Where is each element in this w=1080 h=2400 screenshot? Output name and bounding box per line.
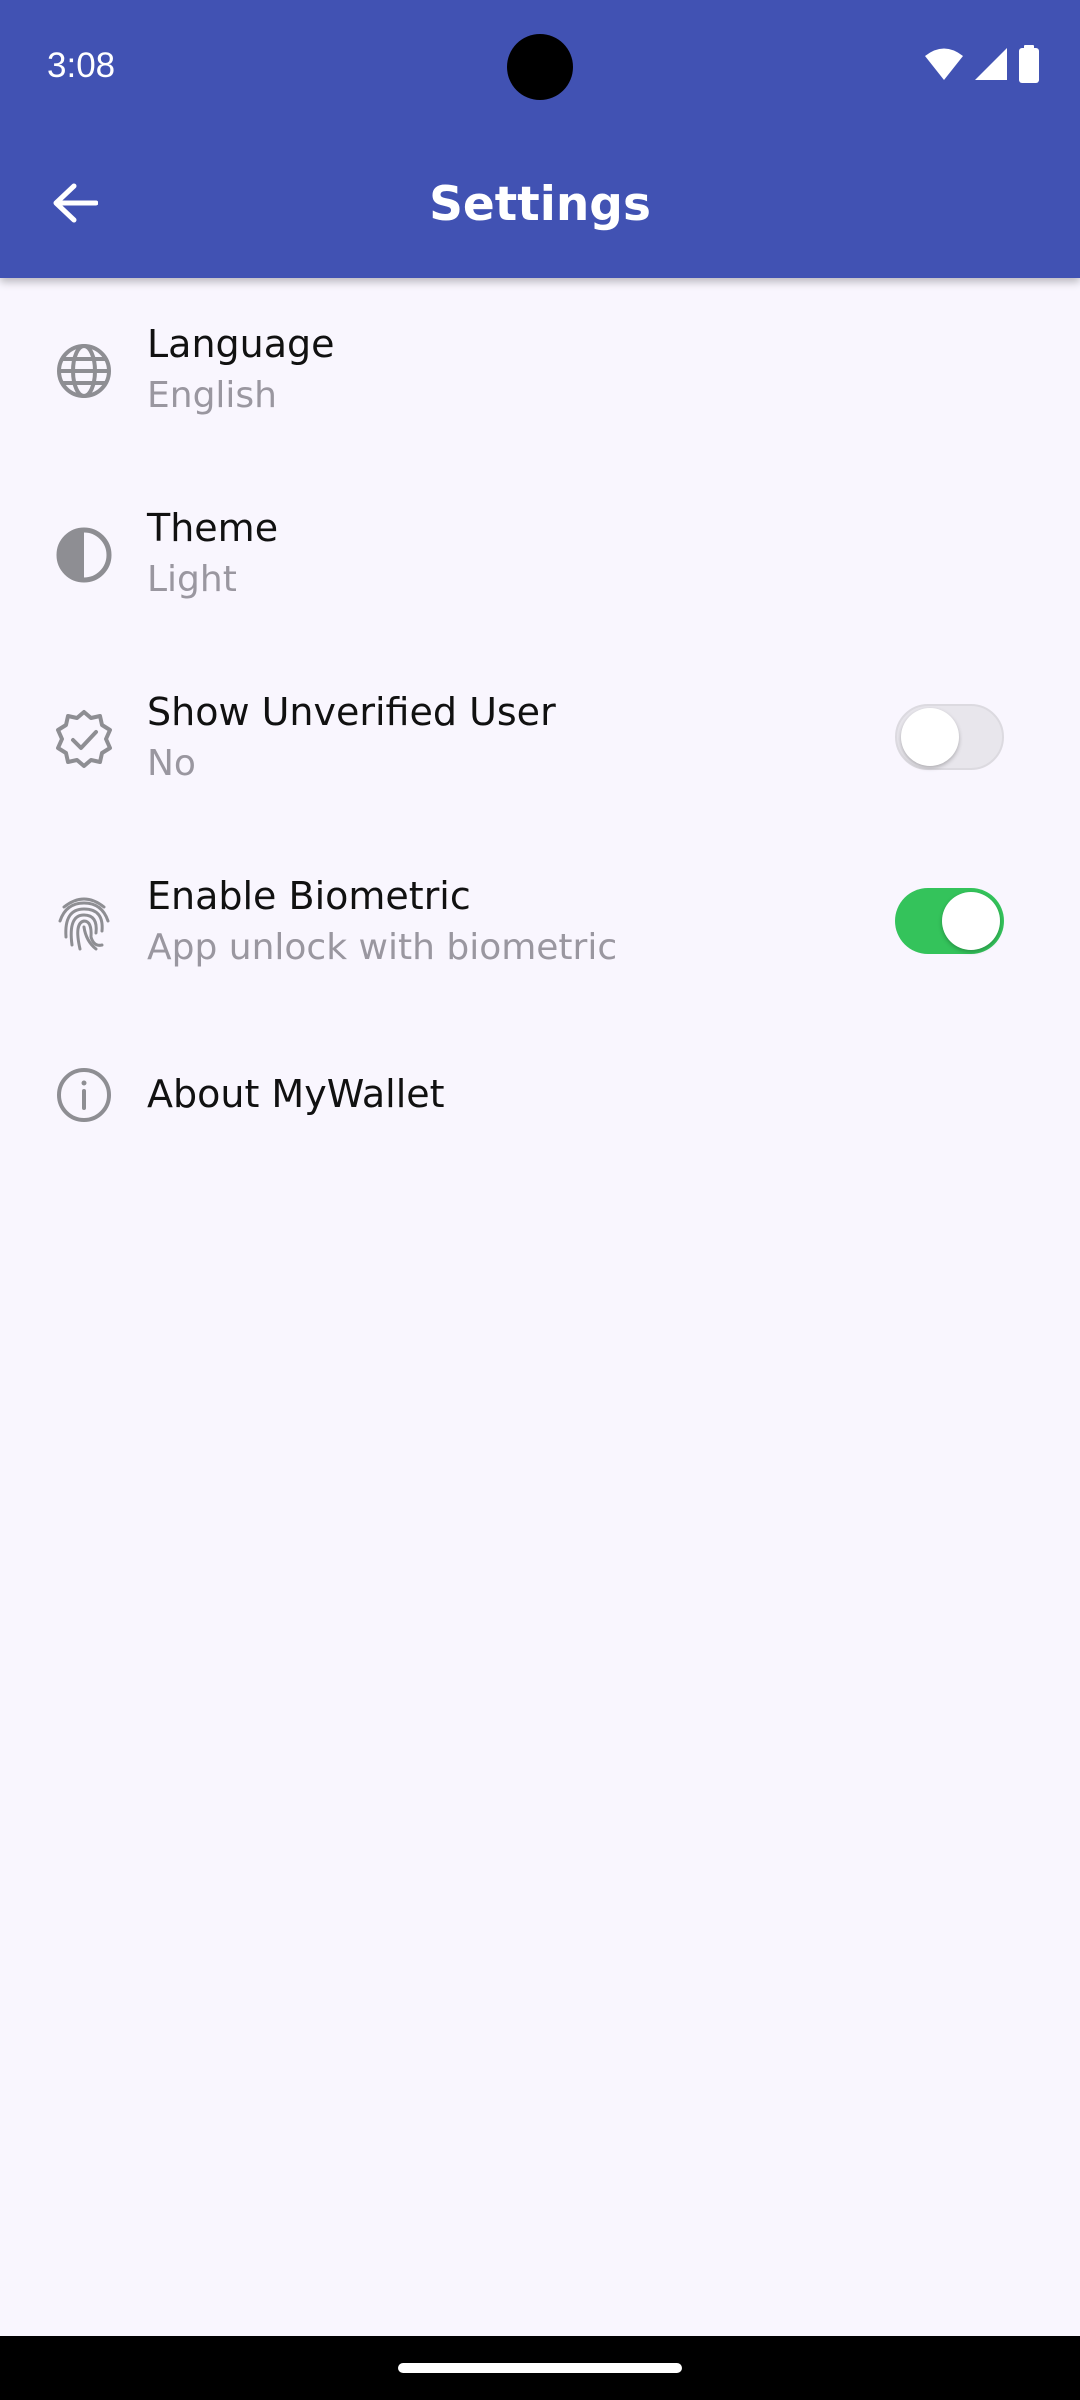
page-title: Settings bbox=[429, 177, 651, 232]
status-time: 3:08 bbox=[47, 46, 116, 85]
status-icons bbox=[924, 44, 1040, 88]
unverified-user-toggle[interactable] bbox=[895, 704, 1004, 770]
camera-cutout bbox=[507, 34, 573, 100]
signal-icon bbox=[974, 47, 1008, 85]
setting-value: English bbox=[147, 375, 277, 416]
app-bar: 3:08 Settings bbox=[0, 0, 1080, 278]
setting-value: App unlock with biometric bbox=[147, 927, 618, 968]
home-indicator[interactable] bbox=[398, 2363, 682, 2373]
setting-title: Language bbox=[147, 322, 335, 366]
system-nav-bar bbox=[0, 2336, 1080, 2400]
info-icon bbox=[53, 1064, 115, 1126]
setting-theme[interactable]: Theme Light bbox=[0, 462, 1080, 646]
setting-about[interactable]: About MyWallet bbox=[0, 1014, 1080, 1184]
setting-title: Show Unverified User bbox=[147, 690, 556, 734]
setting-language[interactable]: Language English bbox=[0, 278, 1080, 462]
settings-list: Language English Theme Light Show Unveri… bbox=[0, 278, 1080, 1184]
globe-icon bbox=[53, 340, 115, 402]
toggle-knob bbox=[942, 892, 1000, 950]
setting-show-unverified-user[interactable]: Show Unverified User No bbox=[0, 646, 1080, 830]
contrast-icon bbox=[53, 524, 115, 586]
setting-title: Theme bbox=[147, 506, 279, 550]
biometric-toggle[interactable] bbox=[895, 888, 1004, 954]
setting-value: No bbox=[147, 743, 196, 784]
setting-title: About MyWallet bbox=[147, 1072, 445, 1116]
setting-title: Enable Biometric bbox=[147, 874, 471, 918]
battery-icon bbox=[1018, 45, 1040, 87]
setting-value: Light bbox=[147, 559, 237, 600]
fingerprint-icon bbox=[53, 892, 115, 954]
verified-badge-icon bbox=[53, 708, 115, 770]
wifi-icon bbox=[924, 47, 964, 85]
toggle-knob bbox=[901, 708, 959, 766]
setting-enable-biometric[interactable]: Enable Biometric App unlock with biometr… bbox=[0, 830, 1080, 1014]
